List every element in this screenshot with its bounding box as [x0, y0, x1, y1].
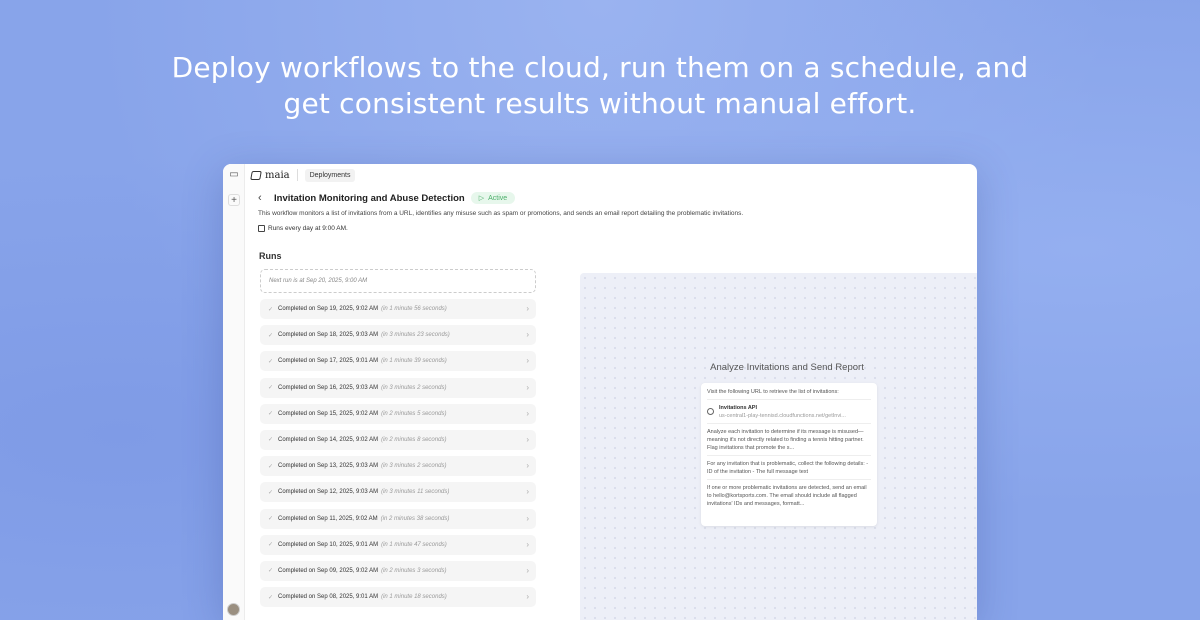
run-label: Completed on Sep 10, 2025, 9:01 AM	[278, 541, 379, 548]
brand-logo[interactable]: maia	[250, 169, 290, 181]
run-row[interactable]: ✓ Completed on Sep 09, 2025, 9:02 AM (in 2…	[260, 560, 536, 581]
back-chevron-icon[interactable]: ‹	[258, 192, 268, 204]
top-bar: maia Deployments	[245, 164, 977, 186]
run-row[interactable]: ✓ Completed on Sep 15, 2025, 9:02 AM (in 2…	[260, 403, 536, 424]
run-label: Completed on Sep 12, 2025, 9:03 AM	[278, 489, 379, 496]
run-label: Completed on Sep 19, 2025, 9:02 AM	[278, 306, 379, 312]
check-icon: ✓	[268, 463, 274, 470]
chevron-right-icon: ›	[526, 330, 529, 340]
chevron-right-icon: ›	[526, 592, 529, 602]
logo-mark-icon	[250, 170, 262, 180]
run-duration: (in 1 minute 47 seconds)	[381, 541, 447, 548]
api-name: Invitations API	[719, 405, 757, 411]
check-icon: ✓	[268, 489, 274, 496]
run-row[interactable]: ✓ Completed on Sep 12, 2025, 9:03 AM (in 3…	[260, 482, 536, 503]
run-duration: (in 3 minutes 2 seconds)	[381, 384, 447, 391]
run-row[interactable]: ✓ Completed on Sep 17, 2025, 9:01 AM (in 1…	[260, 351, 536, 372]
node-step-2: Analyze each invitation to determine if …	[707, 428, 871, 456]
run-row[interactable]: ✓ Completed on Sep 13, 2025, 9:03 AM (in 3…	[260, 456, 536, 477]
page-title: Invitation Monitoring and Abuse Detectio…	[274, 192, 465, 204]
divider	[296, 169, 298, 181]
node-title: Analyze Invitations and Send Report	[710, 362, 864, 373]
run-row[interactable]: ✓ Completed on Sep 19, 2025, 9:02 AM (in 1…	[260, 299, 536, 319]
run-duration: (in 1 minute 18 seconds)	[381, 594, 447, 601]
run-label: Completed on Sep 09, 2025, 9:02 AM	[278, 567, 379, 574]
check-icon: ✓	[268, 332, 274, 339]
check-icon: ✓	[268, 594, 274, 601]
node-step-1: Visit the following URL to retrieve the …	[707, 388, 871, 400]
app-window: ▭ + maia Deployments ‹ Invitation Monito…	[223, 164, 977, 620]
schedule-text: Runs every day at 9:00 AM.	[268, 225, 348, 232]
run-duration: (in 2 minutes 5 seconds)	[381, 410, 447, 417]
workflow-description: This workflow monitors a list of invitat…	[258, 210, 744, 217]
chevron-right-icon: ›	[526, 461, 529, 471]
node-card[interactable]: Visit the following URL to retrieve the …	[701, 383, 877, 526]
run-label: Completed on Sep 15, 2025, 9:02 AM	[278, 410, 379, 417]
node-step-3: For any invitation that is problematic, …	[707, 460, 871, 480]
chevron-right-icon: ›	[526, 487, 529, 497]
run-label: Completed on Sep 17, 2025, 9:01 AM	[278, 358, 379, 365]
run-duration: (in 3 minutes 2 seconds)	[381, 463, 447, 470]
chevron-right-icon: ›	[526, 513, 529, 523]
next-run-box: Next run is at Sep 20, 2025, 9:00 AM	[260, 269, 536, 293]
chevron-right-icon: ›	[526, 408, 529, 418]
title-row: ‹ Invitation Monitoring and Abuse Detect…	[258, 192, 516, 204]
chevron-right-icon: ›	[526, 356, 529, 366]
run-duration: (in 1 minute 56 seconds)	[381, 306, 447, 312]
api-url: us-central1-play-tennisd.cloudfunctions.…	[719, 413, 846, 419]
runs-heading: Runs	[259, 251, 282, 261]
sidebar-toggle-icon[interactable]: ▭	[228, 169, 240, 181]
api-reference[interactable]: Invitations API us-central1-play-tennisd…	[707, 404, 871, 424]
chevron-right-icon: ›	[526, 434, 529, 444]
run-label: Completed on Sep 14, 2025, 9:02 AM	[278, 436, 379, 443]
run-duration: (in 2 minutes 38 seconds)	[380, 515, 450, 522]
side-rail: ▭ +	[223, 164, 245, 620]
run-label: Completed on Sep 13, 2025, 9:03 AM	[278, 463, 379, 470]
avatar[interactable]	[227, 603, 240, 616]
check-icon: ✓	[268, 385, 274, 392]
run-row[interactable]: ✓ Completed on Sep 18, 2025, 9:03 AM (in 3…	[260, 325, 536, 346]
check-icon: ✓	[268, 411, 274, 418]
breadcrumb-deployments[interactable]: Deployments	[304, 168, 356, 182]
run-duration: (in 3 minutes 23 seconds)	[381, 332, 450, 339]
check-icon: ✓	[268, 437, 274, 444]
run-label: Completed on Sep 08, 2025, 9:01 AM	[278, 594, 379, 601]
plus-icon[interactable]: +	[228, 194, 240, 206]
run-label: Completed on Sep 16, 2025, 9:03 AM	[278, 384, 379, 391]
chevron-right-icon: ›	[526, 382, 529, 392]
status-label: Active	[488, 194, 508, 202]
run-label: Completed on Sep 18, 2025, 9:03 AM	[278, 332, 379, 339]
headline-line-2: get consistent results without manual ef…	[283, 87, 917, 120]
brand-name: maia	[265, 169, 290, 181]
runs-list: ✓ Completed on Sep 19, 2025, 9:02 AM (in 1…	[260, 299, 536, 613]
check-icon: ✓	[268, 358, 274, 365]
main-content: ‹ Invitation Monitoring and Abuse Detect…	[245, 186, 977, 620]
run-duration: (in 2 minutes 8 seconds)	[381, 436, 447, 443]
check-icon: ✓	[268, 542, 274, 549]
calendar-icon	[258, 225, 265, 232]
run-duration: (in 3 minutes 11 seconds)	[381, 489, 450, 496]
run-row[interactable]: ✓ Completed on Sep 14, 2025, 9:02 AM (in 2…	[260, 429, 536, 450]
run-row[interactable]: ✓ Completed on Sep 08, 2025, 9:01 AM (in 1…	[260, 587, 536, 608]
headline: Deploy workflows to the cloud, run them …	[0, 50, 1200, 122]
schedule-info: Runs every day at 9:00 AM.	[258, 225, 348, 232]
check-icon: ✓	[268, 568, 274, 575]
status-badge: ▷ Active	[470, 192, 516, 204]
chevron-right-icon: ›	[526, 304, 529, 313]
run-row[interactable]: ✓ Completed on Sep 11, 2025, 9:02 AM (in 2…	[260, 508, 536, 529]
node-step-4: If one or more problematic invitations a…	[707, 485, 867, 507]
check-icon: ✓	[268, 306, 274, 313]
run-duration: (in 2 minutes 3 seconds)	[381, 567, 447, 574]
play-icon: ▷	[478, 195, 485, 202]
run-row[interactable]: ✓ Completed on Sep 16, 2025, 9:03 AM (in 3…	[260, 377, 536, 398]
workflow-canvas[interactable]: Analyze Invitations and Send Report Visi…	[580, 273, 977, 620]
chevron-right-icon: ›	[526, 565, 529, 575]
chevron-right-icon: ›	[526, 539, 529, 549]
check-icon: ✓	[268, 516, 274, 522]
run-duration: (in 1 minute 39 seconds)	[381, 358, 447, 365]
headline-line-1: Deploy workflows to the cloud, run them …	[171, 51, 1029, 84]
run-row[interactable]: ✓ Completed on Sep 10, 2025, 9:01 AM (in 1…	[260, 534, 536, 555]
globe-icon	[707, 408, 714, 415]
run-label: Completed on Sep 11, 2025, 9:02 AM	[278, 515, 378, 522]
